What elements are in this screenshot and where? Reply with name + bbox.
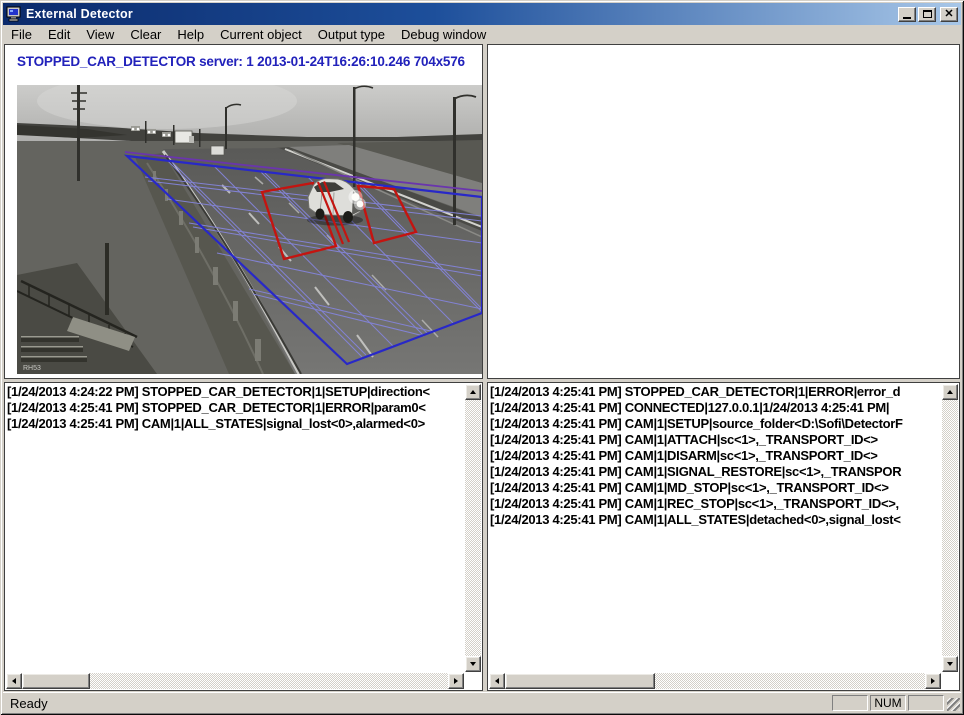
status-pane-num: NUM [870, 695, 906, 711]
log-line: [1/24/2013 4:25:41 PM] CAM|1|SETUP|sourc… [490, 416, 941, 432]
right-log-lines: [1/24/2013 4:25:41 PM] STOPPED_CAR_DETEC… [490, 384, 941, 672]
log-line: [1/24/2013 4:25:41 PM] CAM|1|ATTACH|sc<1… [490, 432, 941, 448]
scroll-down-button[interactable] [942, 656, 958, 672]
scroll-down-button[interactable] [465, 656, 481, 672]
menu-item-help[interactable]: Help [169, 25, 212, 44]
log-line: [1/24/2013 4:25:41 PM] CAM|1|MD_STOP|sc<… [490, 480, 941, 496]
output-panel-empty [487, 44, 960, 379]
left-log-panel: [1/24/2013 4:24:22 PM] STOPPED_CAR_DETEC… [4, 382, 483, 691]
right-log-panel: [1/24/2013 4:25:41 PM] STOPPED_CAR_DETEC… [487, 382, 960, 691]
title-bar[interactable]: External Detector ✕ [3, 3, 961, 25]
left-log-lines: [1/24/2013 4:24:22 PM] STOPPED_CAR_DETEC… [7, 384, 464, 672]
detector-header-text: STOPPED_CAR_DETECTOR server: 1 2013-01-2… [17, 54, 480, 69]
log-line: [1/24/2013 4:25:41 PM] CAM|1|DISARM|sc<1… [490, 448, 941, 464]
minimize-button[interactable] [898, 7, 916, 22]
menu-item-clear[interactable]: Clear [122, 25, 169, 44]
video-watermark: RH53 [23, 365, 41, 372]
arrow-left-icon [495, 678, 499, 684]
app-monitor-icon [6, 6, 22, 22]
menu-item-current-object[interactable]: Current object [212, 25, 310, 44]
scroll-right-button[interactable] [925, 673, 941, 689]
hscroll-thumb[interactable] [505, 673, 655, 689]
arrow-up-icon [947, 390, 953, 394]
status-pane-scrl [908, 695, 944, 711]
status-message: Ready [10, 696, 48, 711]
log-line: [1/24/2013 4:25:41 PM] STOPPED_CAR_DETEC… [7, 400, 464, 416]
scroll-up-button[interactable] [465, 384, 481, 400]
resize-grip[interactable] [947, 698, 960, 711]
log-line: [1/24/2013 4:25:41 PM] CONNECTED|127.0.0… [490, 400, 941, 416]
arrow-right-icon [454, 678, 458, 684]
log-line: [1/24/2013 4:25:41 PM] STOPPED_CAR_DETEC… [490, 384, 941, 400]
menu-item-view[interactable]: View [78, 25, 122, 44]
log-line: [1/24/2013 4:25:41 PM] CAM|1|REC_STOP|sc… [490, 496, 941, 512]
log-line: [1/24/2013 4:24:22 PM] STOPPED_CAR_DETEC… [7, 384, 464, 400]
arrow-up-icon [470, 390, 476, 394]
scroll-left-button[interactable] [6, 673, 22, 689]
minimize-icon [903, 17, 911, 19]
scroll-left-button[interactable] [489, 673, 505, 689]
close-button[interactable]: ✕ [940, 7, 958, 22]
log-line: [1/24/2013 4:25:41 PM] CAM|1|ALL_STATES|… [7, 416, 464, 432]
window-title: External Detector [26, 7, 898, 21]
arrow-left-icon [12, 678, 16, 684]
menu-bar: FileEditViewClearHelpCurrent objectOutpu… [3, 25, 961, 44]
scroll-up-button[interactable] [942, 384, 958, 400]
arrow-down-icon [470, 662, 476, 666]
left-log-vscrollbar[interactable] [465, 384, 481, 672]
arrow-down-icon [947, 662, 953, 666]
menu-item-debug-window[interactable]: Debug window [393, 25, 494, 44]
log-line: [1/24/2013 4:25:41 PM] CAM|1|ALL_STATES|… [490, 512, 941, 528]
status-bar: Ready NUM [3, 692, 961, 712]
menu-item-output-type[interactable]: Output type [310, 25, 393, 44]
hscroll-thumb[interactable] [22, 673, 90, 689]
right-log-hscrollbar[interactable] [489, 673, 941, 689]
maximize-icon [923, 10, 932, 18]
menu-item-file[interactable]: File [3, 25, 40, 44]
video-frame: RH53 [17, 85, 482, 374]
right-log-vscrollbar[interactable] [942, 384, 958, 672]
close-icon: ✕ [944, 9, 953, 20]
status-pane-cap [832, 695, 868, 711]
video-panel: STOPPED_CAR_DETECTOR server: 1 2013-01-2… [4, 44, 483, 379]
scroll-right-button[interactable] [448, 673, 464, 689]
app-window: External Detector ✕ FileEditViewClearHel… [0, 0, 964, 715]
left-log-hscrollbar[interactable] [6, 673, 464, 689]
log-line: [1/24/2013 4:25:41 PM] CAM|1|SIGNAL_REST… [490, 464, 941, 480]
menu-item-edit[interactable]: Edit [40, 25, 78, 44]
maximize-button[interactable] [918, 7, 936, 22]
arrow-right-icon [931, 678, 935, 684]
